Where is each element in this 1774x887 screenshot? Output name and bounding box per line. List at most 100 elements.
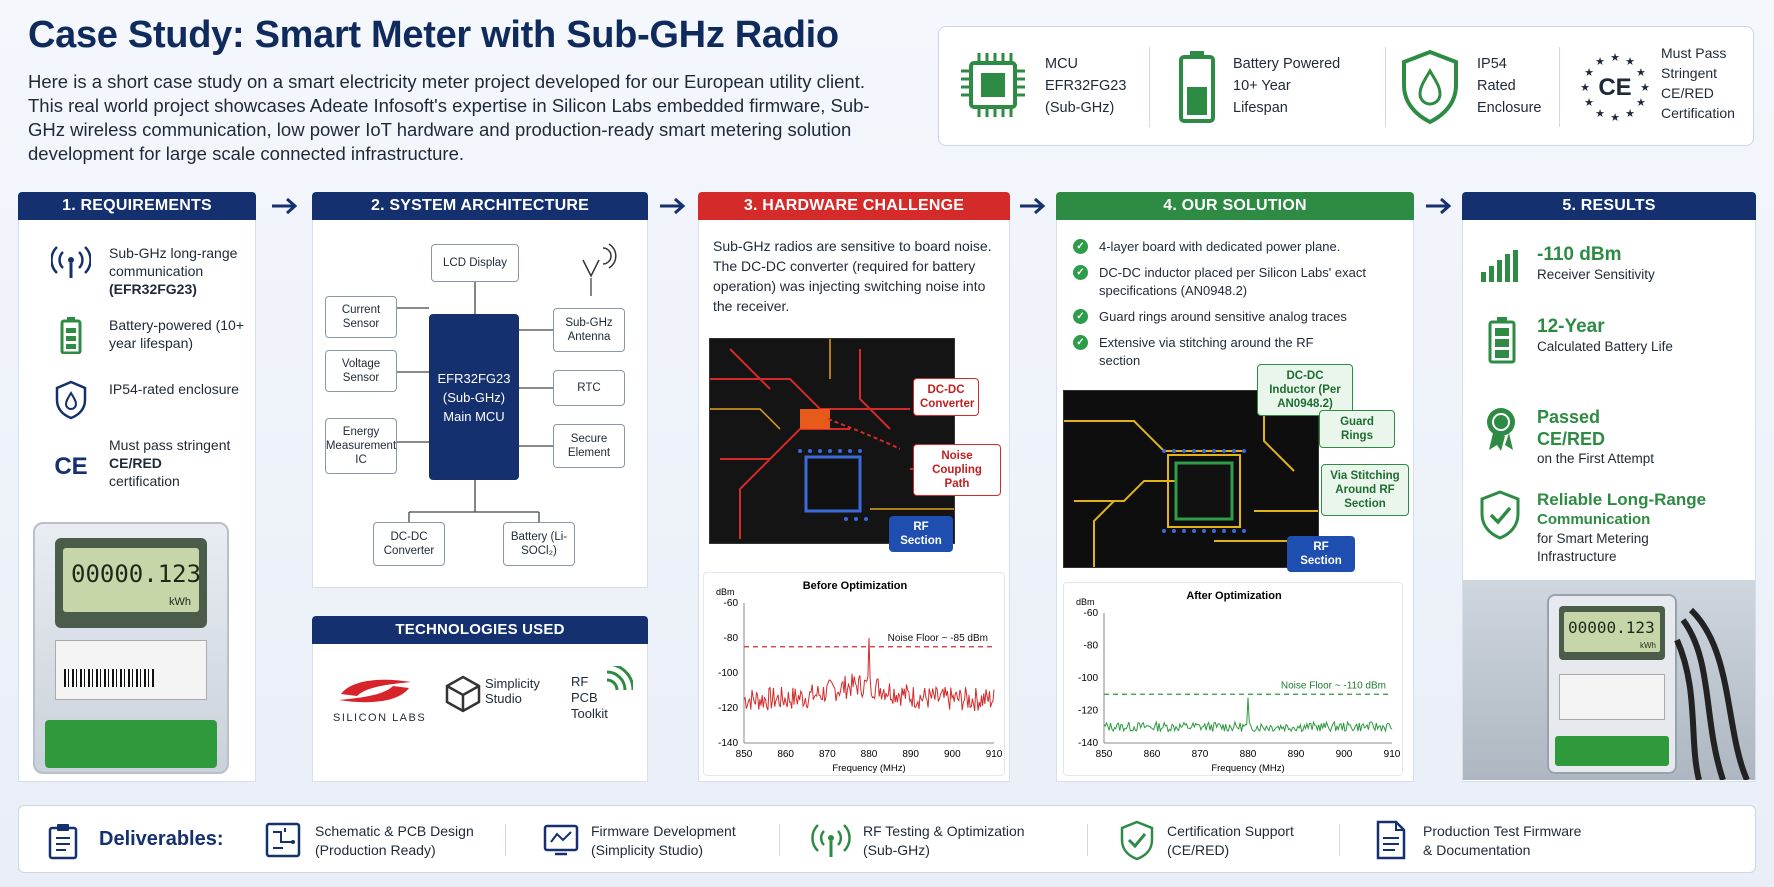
spec-ce: ★ ★ ★ ★ ★ ★ ★ ★ ★ ★ ★ ★ CE Must Pass Stringent CE/R… <box>1579 27 1755 147</box>
flow-arrow-icon <box>660 197 686 215</box>
result-value: Communication <box>1537 511 1651 528</box>
spec-battery: Battery Powered 10+ Year Lifespan <box>1177 27 1377 147</box>
results-header: 5. RESULTS <box>1462 192 1756 220</box>
check-icon: ✓ <box>1073 309 1088 324</box>
x-tick-label: 880 <box>861 749 878 760</box>
case-study-page: Case Study: Smart Meter with Sub-GHz Rad… <box>0 0 1774 887</box>
result-label: for Smart Metering Infrastructure <box>1537 531 1649 564</box>
star-icon: ★ <box>1610 111 1620 123</box>
main-mcu-block: EFR32FG23 (Sub-GHz) Main MCU <box>429 314 519 480</box>
y-axis-label: dBm <box>1076 597 1095 607</box>
spec-line: Must Pass <box>1661 45 1727 61</box>
result-label: Calculated Battery Life <box>1537 339 1673 354</box>
spec-line: Battery Powered <box>1233 56 1341 72</box>
y-tick-label: -80 <box>1084 641 1099 652</box>
deliverable-line: Schematic & PCB Design <box>315 823 474 839</box>
award-ribbon-icon <box>1487 408 1515 451</box>
architecture-panel: LCD Display Current Sensor Voltage Senso… <box>312 220 648 588</box>
y-tick-label: -100 <box>718 668 738 679</box>
rtc-block: RTC <box>553 370 625 406</box>
deliverable-line: (CE/RED) <box>1167 842 1230 858</box>
barcode <box>64 669 154 687</box>
y-tick-label: -60 <box>1084 608 1099 619</box>
deliverable-line: (Simplicity Studio) <box>591 842 704 858</box>
battery-block: Battery (Li-SOCl₂) <box>503 522 575 566</box>
meter-unit: kWh <box>169 596 191 608</box>
results-panel: -110 dBm Receiver Sensitivity 12-Year Calc… <box>1462 220 1756 782</box>
pcb-traces <box>710 339 954 539</box>
challenge-text: Sub-GHz radios are sensitive to board no… <box>713 238 992 314</box>
pcb-traces <box>1064 391 1318 567</box>
result-label: on the First Attempt <box>1537 451 1655 466</box>
spec-line: Certification <box>1661 105 1735 121</box>
requirement-text: IP54-rated enclosure <box>109 381 239 397</box>
spec-mcu: MCU EFR32FG23 (Sub-GHz) <box>957 27 1137 147</box>
star-icon: ★ <box>1584 96 1594 109</box>
document-icon <box>1376 820 1406 860</box>
check-icon: ✓ <box>1073 239 1088 254</box>
flow-arrow-icon <box>272 197 298 215</box>
solution-item: ✓ 4-layer board with dedicated power plan… <box>1073 238 1393 256</box>
svg-text:CE: CE <box>54 453 87 480</box>
result-value: Passed CE/RED <box>1537 407 1606 449</box>
requirement-text: Sub-GHz long-range communication <box>109 245 238 279</box>
star-icon: ★ <box>1580 81 1590 94</box>
solution-header: 4. OUR SOLUTION <box>1056 192 1414 220</box>
result-value: Reliable Long-Range <box>1537 490 1707 509</box>
after-chart: After Optimization dBm -60 -80 -100 -120 -140 8… <box>1063 582 1403 776</box>
silicon-labs-logo-icon <box>339 679 411 703</box>
smart-meter-image: 00000.123 kWh <box>33 522 229 774</box>
deliverables-label: Deliverables: <box>99 828 224 850</box>
solution-item: ✓ Guard rings around sensitive analog tra… <box>1073 308 1393 326</box>
x-tick-label: 900 <box>1336 749 1353 760</box>
firmware-icon <box>543 824 579 856</box>
requirements-header: 1. REQUIREMENTS <box>18 192 256 220</box>
x-axis-label: Frequency (MHz) <box>832 763 905 774</box>
result-value: -110 dBm <box>1537 244 1622 265</box>
simplicity-studio-logo-icon <box>445 675 481 713</box>
divider <box>1385 47 1386 127</box>
pcb-after-image <box>1063 390 1319 568</box>
inductor-tag: DC-DC Inductor (Per AN0948.2) <box>1257 364 1353 416</box>
x-tick-label: 900 <box>944 749 961 760</box>
result-value: 12-Year <box>1537 316 1605 337</box>
divider <box>779 824 780 856</box>
battery-icon <box>1179 51 1215 123</box>
requirement-bold: CE/RED <box>109 455 162 471</box>
spec-summary-box: MCU EFR32FG23 (Sub-GHz) Battery Powered … <box>938 26 1754 146</box>
spec-line: Rated <box>1477 78 1516 94</box>
rf-section-tag: RF Section <box>889 516 953 552</box>
secure-element-block: Secure Element <box>553 424 625 468</box>
y-tick-label: -120 <box>718 703 738 714</box>
spec-line: Stringent <box>1661 65 1718 81</box>
mcu-line: (Sub-GHz) <box>442 389 506 405</box>
silicon-labs-label: SILICON LABS <box>333 712 427 724</box>
voltage-sensor-block: Voltage Sensor <box>325 350 397 392</box>
deliverable-line: & Documentation <box>1423 842 1531 858</box>
cert-shield-icon <box>1120 820 1154 860</box>
battery-icon <box>60 317 82 354</box>
ce-stars-icon: ★ ★★★★★★★★★★★ CE <box>1580 51 1650 123</box>
x-tick-label: 880 <box>1240 749 1257 760</box>
deliverable-line: RF Testing & Optimization <box>863 823 1025 839</box>
after-chart-svg: After OptimizationdBm-60-80-100-120-1408… <box>1076 590 1401 774</box>
technologies-panel: SILICON LABS Simplicity Studio RF PCB To… <box>312 644 648 782</box>
x-tick-label: 850 <box>736 749 753 760</box>
star-icon: ★ <box>1625 55 1635 68</box>
chart-title: Before Optimization <box>803 580 908 592</box>
y-tick-label: -100 <box>1078 673 1098 684</box>
technologies-header: TECHNOLOGIES USED <box>312 616 648 644</box>
noise-coupling-tag: Noise Coupling Path <box>913 444 1001 496</box>
shield-check-icon <box>1480 490 1520 540</box>
spec-line: CE/RED <box>1661 85 1714 101</box>
water-drop-shield-icon <box>55 380 87 420</box>
star-icon: ★ <box>1636 96 1646 109</box>
spec-line: MCU <box>1045 56 1079 72</box>
chart-title: After Optimization <box>1186 590 1282 602</box>
star-icon: ★ <box>1636 66 1646 79</box>
star-icon: ★ <box>1625 107 1635 120</box>
simplicity-studio-label: Simplicity Studio <box>485 676 540 706</box>
water-shield-icon <box>1402 49 1458 125</box>
x-tick-label: 890 <box>1288 749 1305 760</box>
y-tick-label: -140 <box>718 738 738 749</box>
